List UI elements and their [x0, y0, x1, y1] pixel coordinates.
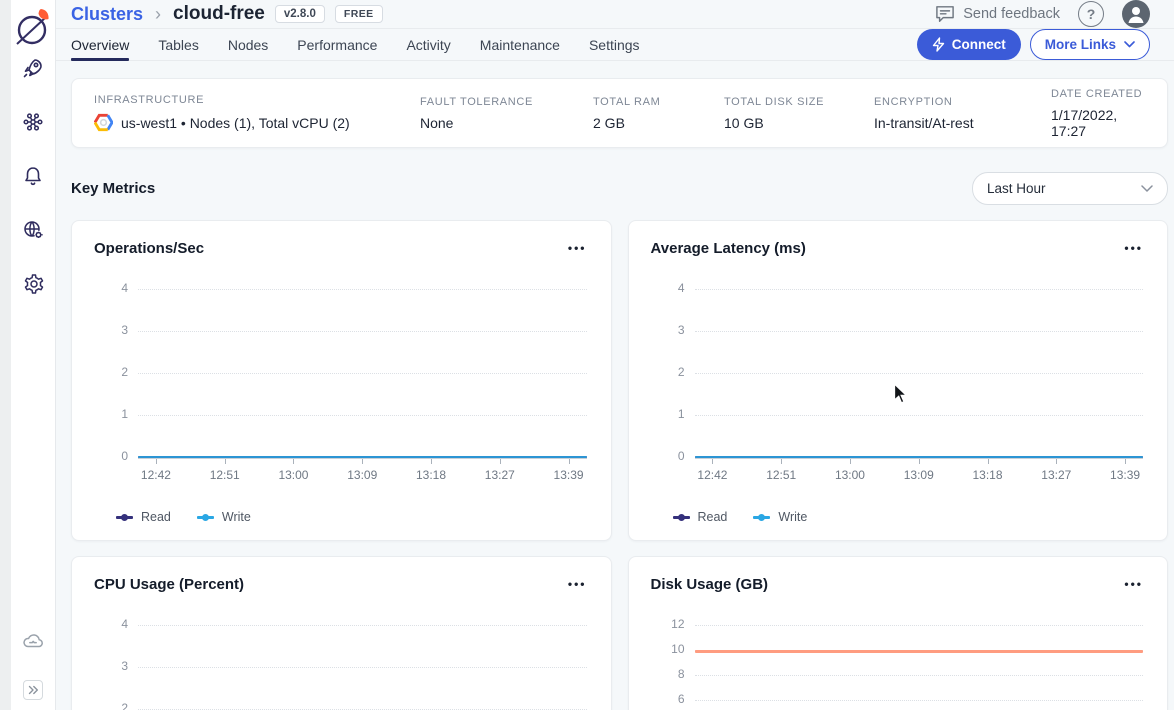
- tab-tables[interactable]: Tables: [158, 29, 198, 60]
- time-range-select[interactable]: Last Hour: [972, 172, 1168, 205]
- legend-item-read[interactable]: Read: [673, 510, 728, 524]
- sidebar-item-rocket[interactable]: [21, 56, 45, 80]
- sidebar-item-settings[interactable]: [21, 272, 45, 296]
- operations-chart-plot: 0123412:4212:5113:0013:0913:1813:2713:39: [94, 289, 589, 497]
- question-mark-icon: ?: [1087, 6, 1096, 22]
- double-chevron-right-icon: [28, 685, 39, 695]
- chart-menu-button[interactable]: •••: [566, 575, 589, 593]
- infrastructure-label: INFRASTRUCTURE: [94, 94, 420, 106]
- legend-item-read[interactable]: Read: [116, 510, 171, 524]
- more-links-button[interactable]: More Links: [1030, 29, 1150, 60]
- chevron-down-icon: [1124, 41, 1135, 48]
- cloud-icon: [21, 630, 45, 654]
- chart-menu-button[interactable]: •••: [1122, 239, 1145, 257]
- total-ram-value: 2 GB: [593, 115, 724, 131]
- settings-gear-icon: [21, 272, 45, 296]
- chart-card-operations: Operations/Sec ••• 0123412:4212:5113:001…: [71, 220, 612, 541]
- notifications-bell-icon: [21, 164, 45, 188]
- chart-title: CPU Usage (Percent): [94, 576, 244, 593]
- key-metrics-heading: Key Metrics: [71, 180, 155, 197]
- plan-badge: FREE: [335, 5, 383, 23]
- time-range-value: Last Hour: [987, 181, 1046, 196]
- chart-title: Operations/Sec: [94, 240, 204, 257]
- send-feedback-button[interactable]: Send feedback: [935, 5, 1060, 23]
- connect-button[interactable]: Connect: [917, 29, 1021, 60]
- encryption-value: In-transit/At-rest: [874, 115, 1051, 131]
- capacity-limit-line: [695, 650, 1144, 653]
- chart-menu-button[interactable]: •••: [566, 239, 589, 257]
- total-disk-size-label: TOTAL DISK SIZE: [724, 96, 874, 108]
- gcp-logo-icon: [94, 113, 113, 132]
- top-header: Clusters › cloud-free v2.8.0 FREE Send f…: [56, 0, 1174, 29]
- cluster-tabbar: Overview Tables Nodes Performance Activi…: [56, 29, 1174, 61]
- rocket-icon: [21, 56, 45, 80]
- cpu-chart-plot: 01234: [94, 625, 589, 710]
- user-avatar[interactable]: [1122, 0, 1150, 28]
- content-area: INFRASTRUCTURE us-west1 • Nodes (1), Tot…: [56, 61, 1174, 710]
- date-created-label: DATE CREATED: [1051, 88, 1145, 100]
- chevron-down-icon: [1141, 185, 1153, 193]
- infrastructure-value: us-west1 • Nodes (1), Total vCPU (2): [121, 115, 350, 131]
- infrastructure-summary-card: INFRASTRUCTURE us-west1 • Nodes (1), Tot…: [71, 78, 1168, 148]
- window-edge-strip: [0, 0, 11, 710]
- send-feedback-label: Send feedback: [963, 6, 1060, 22]
- tab-performance[interactable]: Performance: [297, 29, 377, 60]
- total-ram-label: TOTAL RAM: [593, 96, 724, 108]
- version-badge: v2.8.0: [275, 5, 325, 23]
- chart-title: Average Latency (ms): [651, 240, 806, 257]
- legend-item-write[interactable]: Write: [753, 510, 807, 524]
- breadcrumb-clusters-link[interactable]: Clusters: [71, 4, 143, 25]
- regions-globe-gear-icon: [21, 218, 45, 242]
- help-button[interactable]: ?: [1078, 1, 1104, 27]
- chart-card-disk: Disk Usage (GB) ••• 024681012: [628, 556, 1169, 710]
- person-icon: [1122, 0, 1150, 28]
- sidebar-item-regions[interactable]: [21, 218, 45, 242]
- tab-maintenance[interactable]: Maintenance: [480, 29, 560, 60]
- disk-chart-plot: 024681012: [651, 625, 1146, 710]
- connect-button-label: Connect: [952, 37, 1006, 52]
- sidebar-item-notifications[interactable]: [21, 164, 45, 188]
- sidebar-item-cloud-status[interactable]: [21, 630, 45, 654]
- tab-settings[interactable]: Settings: [589, 29, 640, 60]
- icon-sidebar: [11, 0, 56, 710]
- tab-overview[interactable]: Overview: [71, 29, 129, 60]
- encryption-label: ENCRYPTION: [874, 96, 1051, 108]
- chart-title: Disk Usage (GB): [651, 576, 769, 593]
- expand-sidebar-button[interactable]: [23, 680, 43, 700]
- feedback-message-icon: [935, 5, 955, 23]
- clusters-network-icon: [21, 110, 45, 134]
- tab-activity[interactable]: Activity: [406, 29, 450, 60]
- chart-card-latency: Average Latency (ms) ••• 0123412:4212:51…: [628, 220, 1169, 541]
- app-window: Clusters › cloud-free v2.8.0 FREE Send f…: [0, 0, 1174, 710]
- brand-logo[interactable]: [14, 0, 52, 56]
- fault-tolerance-value: None: [420, 115, 593, 131]
- chart-legend: Read Write: [94, 510, 589, 524]
- breadcrumb-separator-icon: ›: [155, 4, 161, 25]
- more-links-label: More Links: [1045, 37, 1116, 52]
- chart-menu-button[interactable]: •••: [1122, 575, 1145, 593]
- fault-tolerance-label: FAULT TOLERANCE: [420, 96, 593, 108]
- page-title-cluster-name: cloud-free: [173, 3, 265, 25]
- chart-card-cpu: CPU Usage (Percent) ••• 01234: [71, 556, 612, 710]
- total-disk-size-value: 10 GB: [724, 115, 874, 131]
- legend-item-write[interactable]: Write: [197, 510, 251, 524]
- lightning-bolt-icon: [932, 37, 945, 52]
- tab-nodes[interactable]: Nodes: [228, 29, 268, 60]
- chart-legend: Read Write: [651, 510, 1146, 524]
- planet-rocket-logo-icon: [14, 7, 52, 49]
- sidebar-item-clusters[interactable]: [21, 110, 45, 134]
- main-area: Clusters › cloud-free v2.8.0 FREE Send f…: [56, 0, 1174, 710]
- latency-chart-plot: 0123412:4212:5113:0013:0913:1813:2713:39: [651, 289, 1146, 497]
- date-created-value: 1/17/2022, 17:27: [1051, 107, 1145, 139]
